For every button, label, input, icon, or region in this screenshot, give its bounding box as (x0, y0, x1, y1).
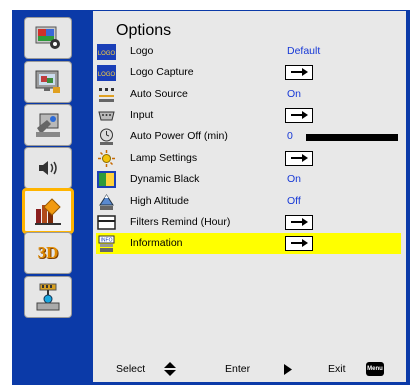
dynamic-black-icon (97, 170, 116, 189)
right-arrow-icon (284, 364, 292, 375)
high-altitude-icon (97, 192, 116, 211)
enter-arrow-icon[interactable] (285, 236, 313, 251)
lamp-settings-icon (97, 149, 116, 168)
menu-item-auto-source[interactable]: Auto Source On (96, 84, 401, 105)
menu-item-logo-capture[interactable]: LOGO Logo Capture (96, 62, 401, 83)
menu-item-information[interactable]: INFO Information (96, 233, 401, 254)
enter-arrow-icon[interactable] (285, 65, 313, 80)
filter-icon (97, 213, 116, 232)
lan-icon (36, 283, 60, 311)
options-icon (35, 198, 61, 225)
sidebar-item-setup[interactable] (24, 104, 72, 146)
menu-item-value: Off (287, 195, 301, 207)
up-down-arrows-icon (164, 362, 176, 376)
enter-arrow-icon[interactable] (285, 151, 313, 166)
enter-hint-label: Enter (225, 363, 251, 375)
menu-item-value: 0 (287, 130, 293, 142)
menu-item-label: Auto Power Off (min) (130, 130, 228, 142)
projector-osd: 3D Options LOGO Logo Default LOGO Logo C… (0, 0, 420, 392)
page-title: Options (116, 22, 172, 39)
menu-item-label: Auto Source (130, 88, 188, 100)
exit-hint-label: Exit (328, 363, 346, 375)
menu-item-input[interactable]: Input (96, 105, 401, 126)
menu-item-label: Lamp Settings (130, 152, 198, 164)
svg-text:LOGO: LOGO (98, 72, 116, 78)
auto-power-off-icon (97, 127, 116, 146)
menu-item-logo[interactable]: LOGO Logo Default (96, 41, 401, 62)
menu-item-label: Logo Capture (130, 66, 194, 78)
menu-item-value: On (287, 88, 302, 100)
footer-hints: Select Enter Exit Menu (96, 357, 402, 381)
menu-item-label: Information (130, 237, 183, 249)
sidebar-item-3d[interactable]: 3D (24, 232, 72, 274)
menu-item-value: On (287, 173, 302, 185)
auto-source-icon (97, 85, 116, 104)
enter-arrow-icon[interactable] (285, 108, 313, 123)
menu-key-icon: Menu (366, 362, 384, 376)
enter-arrow-icon[interactable] (285, 215, 313, 230)
display-settings-icon (35, 70, 60, 93)
svg-text:INFO: INFO (101, 238, 113, 244)
menu-item-dynamic-black[interactable]: Dynamic Black On (96, 169, 401, 190)
menu-item-lamp-settings[interactable]: Lamp Settings (96, 148, 401, 169)
menu-item-label: Dynamic Black (130, 173, 200, 185)
menu-item-label: Logo (130, 45, 154, 57)
menu-item-label: Filters Remind (Hour) (130, 216, 231, 228)
menu-item-label: High Altitude (130, 195, 189, 207)
picture-settings-icon (35, 26, 60, 49)
input-icon (97, 106, 116, 125)
sidebar-item-lan[interactable] (24, 276, 72, 318)
menu-item-label: Input (130, 109, 154, 121)
svg-text:LOGO: LOGO (98, 51, 116, 57)
volume-icon (39, 161, 57, 175)
sidebar-item-volume[interactable] (24, 147, 72, 189)
information-icon: INFO (97, 234, 116, 253)
select-hint-label: Select (116, 363, 146, 375)
logo-capture-icon: LOGO (97, 63, 116, 82)
sidebar-item-picture[interactable] (24, 17, 72, 59)
menu-item-auto-power-off[interactable]: Auto Power Off (min) 0 (96, 126, 401, 147)
menu-item-value: Default (287, 45, 321, 57)
3d-icon: 3D (37, 243, 59, 262)
setup-icon (36, 113, 60, 137)
menu-item-high-altitude[interactable]: High Altitude Off (96, 191, 401, 212)
auto-power-off-slider[interactable] (306, 134, 398, 141)
menu-item-filters-remind[interactable]: Filters Remind (Hour) (96, 212, 401, 233)
logo-icon: LOGO (97, 42, 116, 61)
sidebar-item-display[interactable] (24, 61, 72, 103)
sidebar-item-options[interactable] (22, 188, 74, 234)
